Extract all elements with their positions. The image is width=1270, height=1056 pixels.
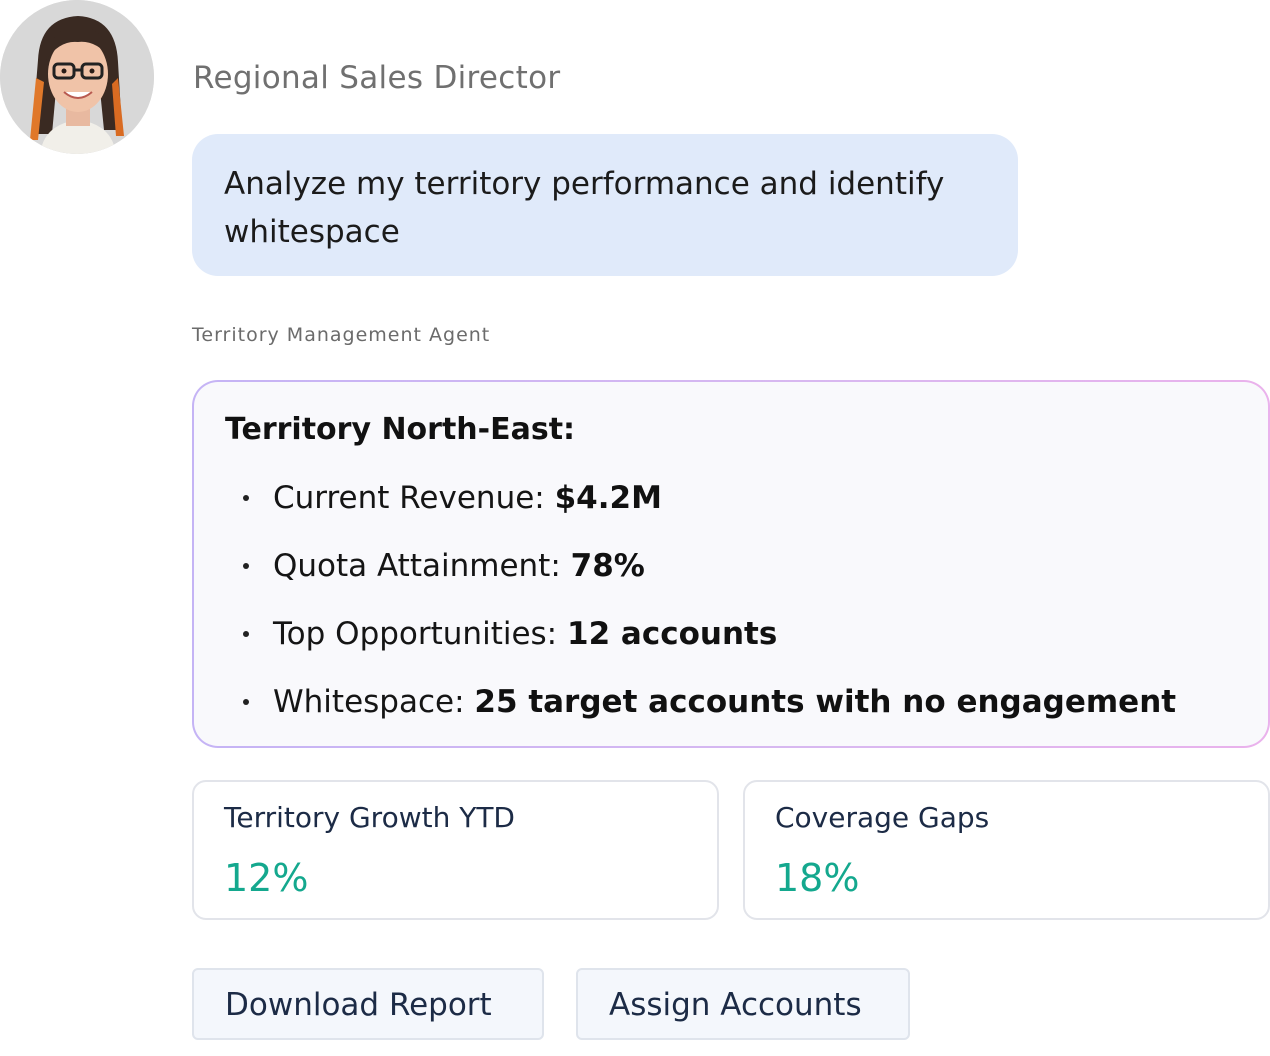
stat-card-territory-growth: Territory Growth YTD 12% — [192, 780, 719, 920]
bullet-icon — [243, 699, 249, 705]
agent-response-heading: Territory North-East: — [225, 412, 576, 447]
agent-response-card: Territory North-East: Current Revenue: $… — [192, 380, 1270, 748]
user-message-bubble: Analyze my territory performance and ide… — [192, 134, 1018, 276]
user-role-label: Regional Sales Director — [193, 60, 561, 96]
list-item-value: 78% — [570, 548, 645, 584]
assign-accounts-button[interactable]: Assign Accounts — [576, 968, 910, 1040]
list-item-label: Current Revenue: — [273, 480, 555, 516]
list-item-value: 25 target accounts with no engagement — [474, 684, 1177, 720]
user-avatar — [0, 0, 154, 154]
stat-value: 18% — [775, 856, 860, 900]
stat-label: Territory Growth YTD — [224, 801, 515, 834]
bullet-icon — [243, 563, 249, 569]
list-item-current-revenue: Current Revenue: $4.2M — [225, 476, 1237, 544]
list-item-label: Whitespace: — [273, 684, 475, 720]
agent-response-list: Current Revenue: $4.2M Quota Attainment:… — [225, 476, 1237, 748]
list-item-value: $4.2M — [554, 480, 662, 516]
list-item-top-opportunities: Top Opportunities: 12 accounts — [225, 612, 1237, 680]
avatar-portrait-image — [0, 0, 154, 154]
stat-label: Coverage Gaps — [775, 801, 990, 834]
chat-page: Regional Sales Director Analyze my terri… — [0, 0, 1270, 1056]
list-item-label: Top Opportunities: — [273, 616, 567, 652]
bullet-icon — [243, 631, 249, 637]
list-item-label: Quota Attainment: — [273, 548, 571, 584]
stat-value: 12% — [224, 856, 309, 900]
download-report-button[interactable]: Download Report — [192, 968, 544, 1040]
list-item-whitespace: Whitespace: 25 target accounts with no e… — [225, 680, 1237, 748]
list-item-value: 12 accounts — [567, 616, 778, 652]
bullet-icon — [243, 495, 249, 501]
list-item-quota-attainment: Quota Attainment: 78% — [225, 544, 1237, 612]
stat-card-coverage-gaps: Coverage Gaps 18% — [743, 780, 1270, 920]
agent-name-label: Territory Management Agent — [192, 324, 491, 346]
